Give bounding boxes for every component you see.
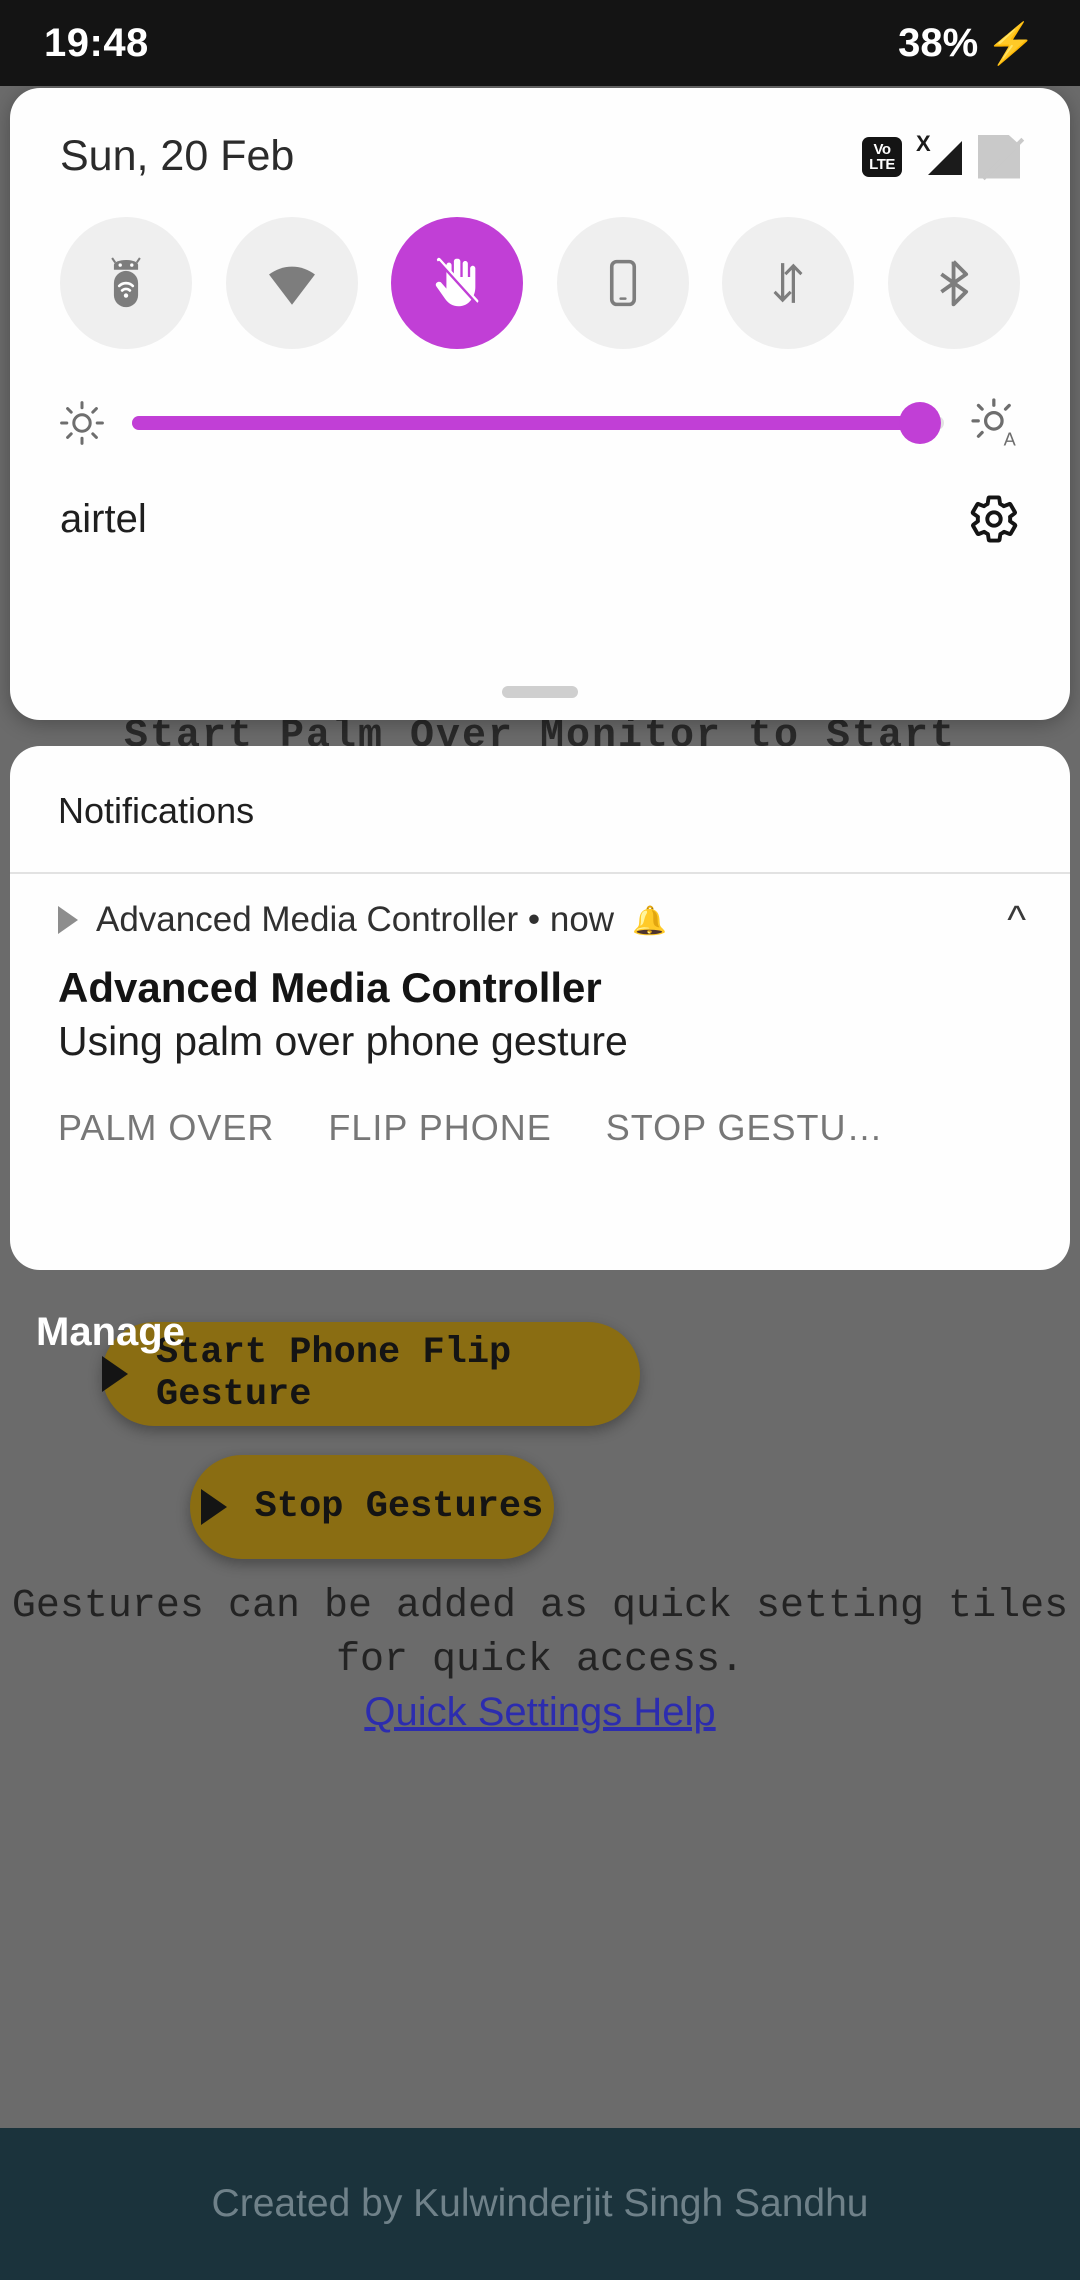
gesture-note-text: Gestures can be added as quick setting t… bbox=[11, 1584, 1069, 1683]
brightness-fill bbox=[132, 416, 920, 430]
brightness-slider-row: A bbox=[10, 349, 1070, 449]
chevron-up-icon[interactable]: ^ bbox=[1007, 900, 1026, 940]
palm-hand-icon bbox=[435, 257, 479, 307]
notification-title: Advanced Media Controller bbox=[58, 964, 602, 1011]
android-hotspot-icon bbox=[111, 257, 141, 308]
manage-notifications-label[interactable]: Manage bbox=[36, 1310, 185, 1355]
credits-footer: Created by Kulwinderjit Singh Sandhu bbox=[0, 2128, 1080, 2280]
brightness-low-icon bbox=[60, 401, 104, 445]
mobile-data-tile[interactable] bbox=[722, 217, 855, 349]
panel-status-icons: Vo LTE X bbox=[862, 131, 1025, 180]
carrier-label: airtel bbox=[60, 496, 147, 541]
notification-header-row: Advanced Media Controller • now 🔔 ^ bbox=[10, 874, 1070, 940]
brightness-slider[interactable] bbox=[132, 402, 944, 444]
volte-bottom-label: LTE bbox=[869, 155, 895, 173]
signal-x-icon: X bbox=[916, 131, 962, 179]
signal-bars-shape bbox=[928, 140, 962, 175]
notification-body: Advanced Media Controller Using palm ove… bbox=[10, 940, 1070, 1065]
charging-bolt-icon: ⚡ bbox=[986, 21, 1036, 66]
svg-text:A: A bbox=[1004, 429, 1017, 449]
quick-settings-header: Sun, 20 Feb Vo LTE X bbox=[10, 88, 1070, 181]
status-bar: 19:48 38% ⚡ bbox=[0, 0, 1080, 86]
play-icon bbox=[200, 1489, 227, 1525]
wifi-tile[interactable] bbox=[225, 217, 358, 349]
status-clock: 19:48 bbox=[44, 20, 149, 65]
notifications-section: Notifications bbox=[10, 746, 1070, 874]
sim-disabled-icon bbox=[978, 134, 1025, 180]
bluetooth-tile[interactable] bbox=[887, 217, 1020, 349]
notifications-header: Notifications bbox=[58, 790, 255, 831]
panel-drag-handle[interactable] bbox=[502, 686, 578, 698]
device-tile[interactable] bbox=[556, 217, 689, 349]
play-icon bbox=[102, 1356, 128, 1392]
android-hotspot-tile[interactable] bbox=[60, 217, 192, 349]
data-transfer-icon bbox=[773, 263, 803, 303]
date-label[interactable]: Sun, 20 Feb bbox=[60, 132, 294, 181]
app-play-icon bbox=[58, 906, 78, 934]
quick-settings-tiles bbox=[10, 181, 1070, 349]
palm-gesture-tile[interactable] bbox=[391, 217, 524, 349]
gear-icon[interactable] bbox=[968, 493, 1020, 545]
stop-gestures-button[interactable]: Stop Gestures bbox=[190, 1455, 554, 1559]
action-stop-gestures[interactable]: STOP GESTU… bbox=[606, 1107, 884, 1149]
notification-actions: PALM OVER FLIP PHONE STOP GESTU… bbox=[10, 1065, 1070, 1149]
volte-top-label: Vo bbox=[873, 140, 891, 158]
quick-settings-footer: airtel bbox=[10, 449, 1070, 545]
volte-icon: Vo LTE bbox=[862, 136, 902, 177]
wifi-icon bbox=[268, 266, 315, 305]
bluetooth-icon bbox=[940, 260, 969, 307]
credits-text: Created by Kulwinderjit Singh Sandhu bbox=[211, 2182, 869, 2225]
notification-app-line: Advanced Media Controller • now bbox=[96, 900, 615, 939]
notification-text: Using palm over phone gesture bbox=[58, 1018, 628, 1064]
phone-screen: Start Palm Over Monitor to Start Start P… bbox=[0, 0, 1080, 2280]
bell-icon: 🔔 bbox=[632, 904, 667, 936]
stop-gestures-label: Stop Gestures bbox=[254, 1486, 544, 1528]
quick-settings-panel: Sun, 20 Feb Vo LTE X A airtel bbox=[10, 88, 1070, 720]
action-palm-over[interactable]: PALM OVER bbox=[58, 1107, 274, 1149]
status-right-group: 38% ⚡ bbox=[898, 20, 1036, 67]
action-flip-phone[interactable]: FLIP PHONE bbox=[328, 1107, 551, 1149]
battery-percent-label: 38% bbox=[898, 20, 979, 65]
brightness-thumb[interactable] bbox=[898, 402, 941, 444]
quick-settings-help-link[interactable]: Quick Settings Help bbox=[0, 1690, 1080, 1735]
phone-device-icon bbox=[609, 259, 636, 307]
notification-card[interactable]: Advanced Media Controller • now 🔔 ^ Adva… bbox=[10, 874, 1070, 1270]
brightness-auto-icon[interactable]: A bbox=[970, 397, 1022, 449]
start-phone-flip-gesture-label: Start Phone Flip Gesture bbox=[156, 1332, 512, 1416]
